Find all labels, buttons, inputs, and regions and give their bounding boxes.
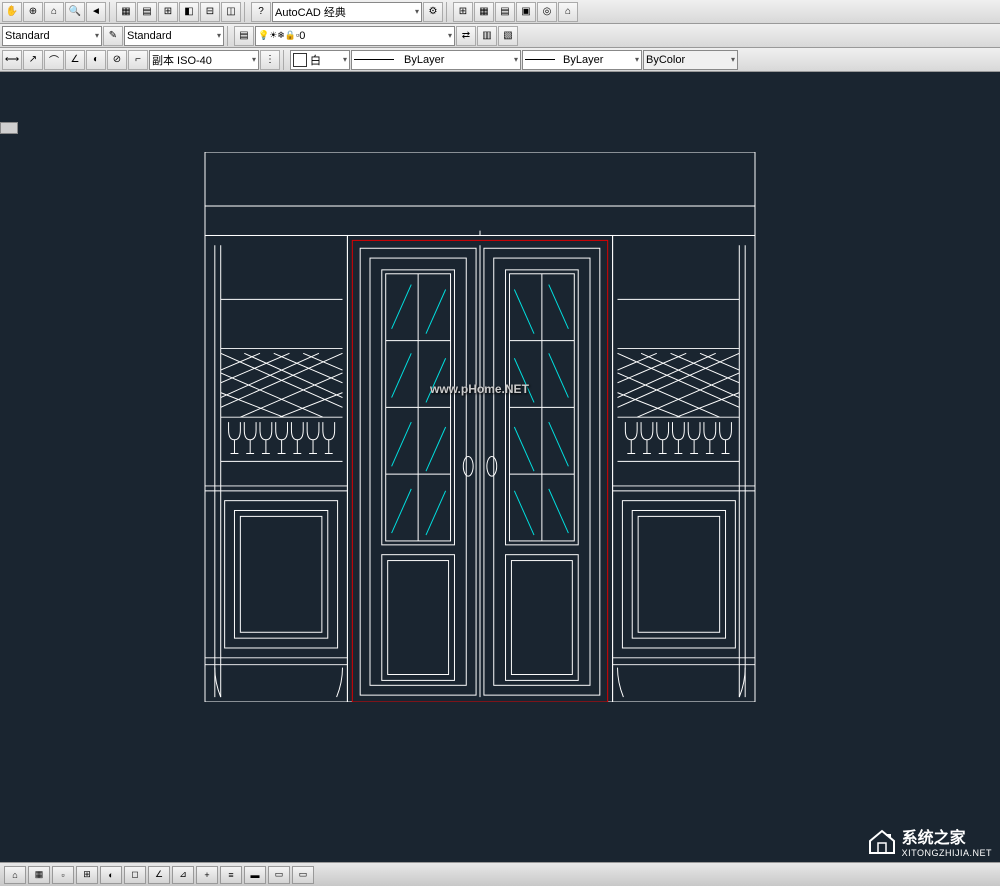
dim-jog-icon[interactable]: ⌐ <box>128 50 148 70</box>
drawing-canvas[interactable]: www.pHome.NET <box>0 72 1000 862</box>
linetype-preview <box>354 59 394 60</box>
separator-icon <box>446 2 450 22</box>
status-home-icon[interactable]: ⌂ <box>4 866 26 884</box>
double-doors <box>347 235 612 702</box>
status-bar: ⌂ ▦ ▫ ⊞ ◐ ◻ ∠ ⊿ + ≡ ▬ ▭ ▭ <box>0 862 1000 886</box>
dim-arc-icon[interactable]: ⌒ <box>44 50 64 70</box>
lineweight-preview <box>525 59 555 60</box>
color-label: 白 <box>310 52 321 68</box>
tool-view-icon[interactable]: ⌂ <box>558 2 578 22</box>
status-otrack-icon[interactable]: ∠ <box>148 866 170 884</box>
separator-icon <box>283 50 287 70</box>
color-dropdown[interactable]: 白 <box>290 50 350 70</box>
dimstyle-value: 副本 ISO-40 <box>152 52 212 68</box>
tool-zoom-window-icon[interactable]: 🔍 <box>65 2 85 22</box>
plotstyle-dropdown[interactable]: ByColor <box>643 50 738 70</box>
color-swatch <box>293 53 307 67</box>
lineweight-value: ByLayer <box>563 54 603 66</box>
workspace-value: AutoCAD 经典 <box>275 4 346 20</box>
layer-prev-icon[interactable]: ⇄ <box>456 26 476 46</box>
tool-arrange-icon[interactable]: ▣ <box>516 2 536 22</box>
layer-mgr-icon[interactable]: ▤ <box>234 26 254 46</box>
tool-3d-icon[interactable]: ◎ <box>537 2 557 22</box>
lineweight-dropdown[interactable]: ByLayer <box>522 50 642 70</box>
layer-value: 0 <box>299 30 305 42</box>
toolbar-row-3: ⟷ ↗ ⌒ ∠ ◐ ⊘ ⌐ 副本 ISO-40 ⋮ 白 ByLayer ByLa… <box>0 48 1000 72</box>
dimstyle-dropdown[interactable]: 副本 ISO-40 <box>149 50 259 70</box>
tool-zoom-extents-icon[interactable]: ⌂ <box>44 2 64 22</box>
toolbar-row-2: Standard ✎ Standard ▤ 💡☀❄🔒▫ 0 ⇄ ▥ ▧ <box>0 24 1000 48</box>
tool-calc-icon[interactable]: ⊟ <box>200 2 220 22</box>
status-annoscale-icon[interactable]: ▭ <box>292 866 314 884</box>
tool-layer-icon[interactable]: ⊞ <box>158 2 178 22</box>
textstyle1-value: Standard <box>5 30 50 42</box>
workspace-settings-icon[interactable]: ⚙ <box>423 2 443 22</box>
brand-url: XITONGZHIJIA.NET <box>902 848 992 858</box>
dim-diameter-icon[interactable]: ⊘ <box>107 50 127 70</box>
tool-properties-icon[interactable]: ▦ <box>116 2 136 22</box>
status-lwt-icon[interactable]: ≡ <box>220 866 242 884</box>
toolbar-row-1: ✋ ⊕ ⌂ 🔍 ◄ ▦ ▤ ⊞ ◧ ⊟ ◫ ? AutoCAD 经典 ⚙ ⊞ ▦… <box>0 0 1000 24</box>
layer-iso-icon[interactable]: ▧ <box>498 26 518 46</box>
right-cabinet <box>613 235 755 702</box>
tool-zoom-prev-icon[interactable]: ◄ <box>86 2 106 22</box>
workspace-dropdown[interactable]: AutoCAD 经典 <box>272 2 422 22</box>
tool-window-icon[interactable]: ⊞ <box>453 2 473 22</box>
status-snap-icon[interactable]: ▦ <box>28 866 50 884</box>
plotstyle-value: ByColor <box>646 54 685 66</box>
tool-brush-icon[interactable]: ✎ <box>103 26 123 46</box>
tool-markup-icon[interactable]: ◫ <box>221 2 241 22</box>
linetype-value: ByLayer <box>404 54 444 66</box>
canvas-gutter <box>0 72 18 862</box>
left-cabinet <box>205 235 347 702</box>
separator-icon <box>109 2 113 22</box>
viewport-tab[interactable] <box>0 122 18 134</box>
dim-radius-icon[interactable]: ◐ <box>86 50 106 70</box>
tool-pan-icon[interactable]: ⊕ <box>23 2 43 22</box>
status-dyn-icon[interactable]: + <box>196 866 218 884</box>
dimstyle-btn-icon[interactable]: ⋮ <box>260 50 280 70</box>
house-icon <box>866 827 898 855</box>
textstyle2-value: Standard <box>127 30 172 42</box>
tool-help-icon[interactable]: ? <box>251 2 271 22</box>
status-osnap-icon[interactable]: ◻ <box>124 866 146 884</box>
tool-design-icon[interactable]: ◧ <box>179 2 199 22</box>
brand-watermark: 系统之家 XITONGZHIJIA.NET <box>866 824 992 858</box>
status-ducs-icon[interactable]: ⊿ <box>172 866 194 884</box>
textstyle1-dropdown[interactable]: Standard <box>2 26 102 46</box>
dim-linear-icon[interactable]: ⟷ <box>2 50 22 70</box>
linetype-dropdown[interactable]: ByLayer <box>351 50 521 70</box>
layer-states-icon[interactable]: ▥ <box>477 26 497 46</box>
layer-status-icons: 💡☀❄🔒▫ <box>258 30 299 41</box>
separator-icon <box>227 26 231 46</box>
status-qp-icon[interactable]: ▬ <box>244 866 266 884</box>
status-polar-icon[interactable]: ◐ <box>100 866 122 884</box>
cad-drawing <box>200 152 760 702</box>
status-model-icon[interactable]: ▭ <box>268 866 290 884</box>
tool-tile-icon[interactable]: ▤ <box>495 2 515 22</box>
watermark-center: www.pHome.NET <box>430 382 529 396</box>
lattice-left <box>221 353 343 417</box>
status-grid-icon[interactable]: ▫ <box>52 866 74 884</box>
dim-aligned-icon[interactable]: ↗ <box>23 50 43 70</box>
brand-name: 系统之家 <box>902 824 992 848</box>
dim-angular-icon[interactable]: ∠ <box>65 50 85 70</box>
separator-icon <box>244 2 248 22</box>
tool-cascade-icon[interactable]: ▦ <box>474 2 494 22</box>
status-ortho-icon[interactable]: ⊞ <box>76 866 98 884</box>
layer-dropdown[interactable]: 💡☀❄🔒▫ 0 <box>255 26 455 46</box>
wine-glasses-left <box>229 422 335 453</box>
tool-hand-icon[interactable]: ✋ <box>2 2 22 22</box>
textstyle2-dropdown[interactable]: Standard <box>124 26 224 46</box>
tool-sheet-icon[interactable]: ▤ <box>137 2 157 22</box>
